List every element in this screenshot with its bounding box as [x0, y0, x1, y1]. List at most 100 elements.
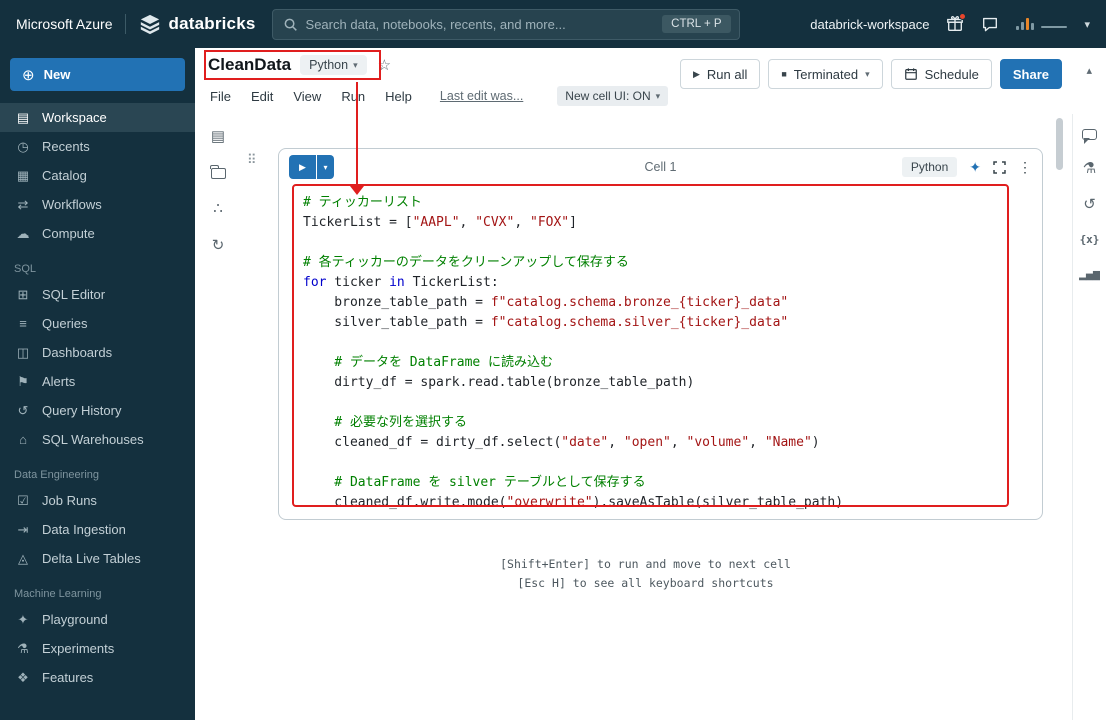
sidebar-item-features[interactable]: ❖ Features: [0, 663, 195, 692]
topbar: Microsoft Azure databricks CTRL + P data…: [0, 0, 1106, 48]
code-line[interactable]: [303, 393, 1042, 413]
cell-ui-toggle[interactable]: New cell UI: ON ▾: [557, 86, 669, 106]
menu-file[interactable]: File: [210, 89, 231, 104]
sidebar-item-playground[interactable]: ✦ Playground: [0, 605, 195, 634]
sidebar-item-label: Recents: [42, 139, 90, 154]
code-line[interactable]: TickerList = ["AAPL", "CVX", "FOX"]: [303, 213, 1042, 233]
sidebar-item-sql-editor[interactable]: ⊞ SQL Editor: [0, 280, 195, 309]
code-line[interactable]: # DataFrame を silver テーブルとして保存する: [303, 473, 1042, 493]
workbench: CleanData Python ▾ ☆ File Edit View Run Help…: [195, 48, 1106, 720]
sidebar-item-workflows[interactable]: ⇄ Workflows: [0, 190, 195, 219]
code-line[interactable]: cleaned_df = dirty_df.select("date", "op…: [303, 433, 1042, 453]
sidebar-item-alerts[interactable]: ⚑ Alerts: [0, 367, 195, 396]
run-all-button[interactable]: ▶ Run all: [679, 59, 761, 89]
code-line[interactable]: # ティッカーリスト: [303, 193, 1042, 213]
sidebar-item-catalog[interactable]: ▦ Catalog: [0, 161, 195, 190]
sidebar-item-label: Experiments: [42, 641, 115, 656]
usage-meter-icon[interactable]: [1016, 18, 1068, 30]
run-options-chevron-icon[interactable]: ▾: [317, 155, 334, 179]
folder-icon[interactable]: [210, 165, 226, 179]
notebook-title[interactable]: CleanData: [208, 55, 291, 75]
help-bubble-icon[interactable]: [981, 15, 999, 33]
comments-icon[interactable]: [1082, 129, 1097, 144]
code-line[interactable]: dirty_df = spark.read.table(bronze_table…: [303, 373, 1042, 393]
global-search[interactable]: CTRL + P: [271, 8, 740, 40]
notebook-language-selector[interactable]: Python ▾: [300, 55, 367, 75]
catalog-tree-icon[interactable]: ∴: [213, 199, 223, 217]
recents-icon: ◷: [17, 138, 29, 154]
sidebar-item-data-ingestion[interactable]: ⇥ Data Ingestion: [0, 515, 195, 544]
sidebar-item-delta-live-tables[interactable]: ◬ Delta Live Tables: [0, 544, 195, 573]
stop-icon: ■: [781, 69, 787, 79]
cell-run-button[interactable]: ▶ ▾: [289, 155, 334, 179]
chevron-down-icon: ▾: [865, 68, 870, 79]
sidebar-item-sql-warehouses[interactable]: ⌂ SQL Warehouses: [0, 425, 195, 454]
code-line[interactable]: [303, 453, 1042, 473]
catalog-icon: ▦: [16, 167, 30, 183]
code-line[interactable]: bronze_table_path = f"catalog.schema.bro…: [303, 293, 1042, 313]
code-line[interactable]: [303, 233, 1042, 253]
sidebar-item-queries[interactable]: ≡ Queries: [0, 309, 195, 338]
table-of-contents-icon[interactable]: ▤: [211, 127, 225, 145]
new-button[interactable]: ⊕ New: [10, 58, 185, 91]
topbar-divider: [125, 14, 127, 34]
favorite-star-icon[interactable]: ☆: [378, 56, 391, 74]
cell-code[interactable]: # ティッカーリスト TickerList = ["AAPL", "CVX", "…: [279, 185, 1042, 513]
sidebar-item-experiments[interactable]: ⚗ Experiments: [0, 634, 195, 663]
search-input[interactable]: [305, 16, 655, 32]
variables-icon[interactable]: {x}: [1080, 231, 1100, 248]
sidebar-item-dashboards[interactable]: ◫ Dashboards: [0, 338, 195, 367]
sidebar-item-label: Data Ingestion: [42, 522, 126, 537]
data-profile-icon[interactable]: ▂▅▇: [1079, 267, 1100, 284]
notebook-language-label: Python: [309, 58, 349, 72]
expand-cell-icon[interactable]: [993, 160, 1006, 174]
code-line[interactable]: # 必要な列を選択する: [303, 413, 1042, 433]
account-chevron-icon[interactable]: ▾: [1084, 18, 1090, 31]
sidebar-item-label: Job Runs: [42, 493, 97, 508]
version-history-icon[interactable]: ↺: [1083, 195, 1096, 213]
code-line[interactable]: [303, 333, 1042, 353]
sidebar-item-recents[interactable]: ◷ Recents: [0, 132, 195, 161]
code-line[interactable]: cleaned_df.write.mode("overwrite").saveA…: [303, 493, 1042, 513]
databricks-wordmark[interactable]: databricks: [168, 14, 255, 34]
sidebar-item-compute[interactable]: ☁ Compute: [0, 219, 195, 248]
assistant-sparkle-icon[interactable]: ✦: [969, 159, 981, 176]
menu-edit[interactable]: Edit: [251, 89, 273, 104]
schedule-button[interactable]: Schedule: [890, 59, 992, 89]
run-history-icon[interactable]: ↻: [212, 236, 225, 254]
scrollbar-thumb[interactable]: [1056, 118, 1063, 170]
notebook-cell[interactable]: ▶ ▾ Cell 1 Python ✦ ⋮ # ティッカーリスト TickerLi…: [278, 148, 1043, 520]
sidebar-item-label: Dashboards: [42, 345, 113, 360]
plus-icon: ⊕: [22, 66, 35, 84]
collapse-header-icon[interactable]: ▴: [1086, 64, 1092, 77]
scrollbar[interactable]: [1056, 114, 1063, 720]
play-icon[interactable]: ▶: [289, 155, 316, 179]
sidebar-item-job-runs[interactable]: ☑ Job Runs: [0, 486, 195, 515]
last-edit-link[interactable]: Last edit was...: [440, 89, 523, 103]
menu-run[interactable]: Run: [341, 89, 365, 104]
notification-dot: [959, 13, 967, 20]
azure-logo[interactable]: Microsoft Azure: [16, 16, 112, 32]
sidebar-item-label: Compute: [42, 226, 95, 241]
search-shortcut-badge: CTRL + P: [662, 15, 731, 33]
menu-view[interactable]: View: [293, 89, 321, 104]
gift-icon[interactable]: [946, 13, 967, 33]
code-line[interactable]: silver_table_path = f"catalog.schema.sil…: [303, 313, 1042, 333]
new-button-label: New: [43, 67, 71, 82]
code-line[interactable]: # データを DataFrame に読み込む: [303, 353, 1042, 373]
menu-help[interactable]: Help: [385, 89, 412, 104]
cluster-state-button[interactable]: ■ Terminated ▾: [768, 59, 883, 89]
workspace-name[interactable]: databrick-workspace: [810, 17, 929, 32]
cell-hints: [Shift+Enter] to run and move to next ce…: [241, 555, 1050, 593]
alerts-icon: ⚑: [17, 373, 29, 389]
share-button[interactable]: Share: [999, 59, 1062, 89]
cell-menu-kebab-icon[interactable]: ⋮: [1018, 159, 1032, 176]
experiment-icon[interactable]: ⚗: [1083, 159, 1096, 177]
code-line[interactable]: # 各ティッカーのデータをクリーンアップして保存する: [303, 253, 1042, 273]
sidebar-item-query-history[interactable]: ↺ Query History: [0, 396, 195, 425]
code-line[interactable]: for ticker in TickerList:: [303, 273, 1042, 293]
cell-language-badge[interactable]: Python: [901, 157, 958, 177]
sidebar-item-workspace[interactable]: ▤ Workspace: [0, 103, 195, 132]
cell-drag-handle-icon[interactable]: ⠿: [247, 152, 257, 168]
sidebar-item-label: SQL Warehouses: [42, 432, 144, 447]
